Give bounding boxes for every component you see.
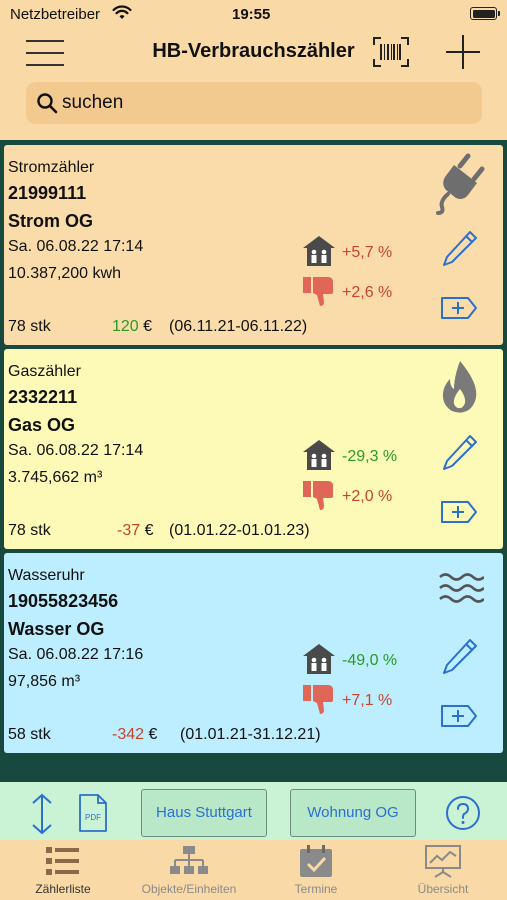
edit-icon[interactable] <box>440 229 478 274</box>
currency: € <box>143 318 153 335</box>
flame-icon <box>440 359 480 420</box>
reading-count: 78 stk <box>8 522 51 539</box>
meter-type: Gaszähler <box>8 363 81 380</box>
house-comparison: -29,3 % <box>342 448 398 465</box>
meter-type: Stromzähler <box>8 159 95 176</box>
thumbs-down-icon <box>302 683 336 720</box>
bottom-toolbar: PDF Haus Stuttgart Wohnung OG <box>0 782 507 840</box>
add-tag-icon[interactable] <box>440 499 478 530</box>
calendar-check-icon <box>300 845 332 877</box>
billing-period: (01.01.22-01.01.23) <box>169 522 310 539</box>
cost-amount: 120 <box>112 318 139 335</box>
reading-date: Sa. 06.08.22 17:16 <box>8 646 144 663</box>
search-bar <box>26 82 482 124</box>
house-comparison: +5,7 % <box>342 244 393 261</box>
unit-filter-button[interactable]: Wohnung OG <box>290 789 416 837</box>
tab-zaehlerliste[interactable]: Zählerliste <box>0 844 126 896</box>
cost-value: 120 € <box>112 318 152 336</box>
tab-label: Objekte/Einheiten <box>141 882 237 896</box>
wifi-icon <box>112 5 132 25</box>
thumbs-down-icon <box>302 479 336 516</box>
house-comparison: -49,0 % <box>342 652 398 669</box>
meter-number: 19055823456 <box>8 591 119 611</box>
cost-amount: -37 <box>117 522 141 539</box>
reading-count: 58 stk <box>8 726 51 743</box>
meter-card-wasser[interactable]: Wasseruhr 19055823456 Wasser OG Sa. 06.0… <box>4 553 503 753</box>
meter-name: Wasser OG <box>8 619 105 639</box>
tab-bar: Zählerliste Objekte/Einheiten Termine Üb… <box>0 840 507 900</box>
carrier-label: Netzbetreiber <box>10 6 101 23</box>
pdf-label: PDF <box>85 813 101 822</box>
sort-arrows-icon[interactable] <box>28 792 56 841</box>
cost-value: -37 € <box>117 522 153 540</box>
reading-count: 78 stk <box>8 318 51 335</box>
help-icon[interactable] <box>445 795 481 836</box>
hierarchy-icon <box>170 846 208 874</box>
tab-objekte-einheiten[interactable]: Objekte/Einheiten <box>126 844 252 896</box>
meter-name: Gas OG <box>8 415 76 435</box>
edit-icon[interactable] <box>440 637 478 682</box>
tab-label: Übersicht <box>417 882 469 896</box>
nav-bar: HB-Verbrauchszähler <box>0 30 507 76</box>
billing-period: (01.01.21-31.12.21) <box>180 726 321 743</box>
meter-card-strom[interactable]: Stromzähler 21999111 Strom OG Sa. 06.08.… <box>4 145 503 345</box>
edit-icon[interactable] <box>440 433 478 478</box>
cost-amount: -342 <box>112 726 145 743</box>
tab-termine[interactable]: Termine <box>253 844 379 896</box>
pdf-export-icon[interactable]: PDF <box>77 793 109 838</box>
add-tag-icon[interactable] <box>440 295 478 326</box>
house-icon <box>302 643 336 680</box>
thumb-comparison: +2,0 % <box>342 488 393 505</box>
add-meter-button[interactable] <box>445 34 481 75</box>
meter-name: Strom OG <box>8 211 94 231</box>
meter-reading: 3.745,662 m³ <box>8 469 103 486</box>
page-title: HB-Verbrauchszähler <box>152 40 355 62</box>
add-tag-icon[interactable] <box>440 703 478 734</box>
water-waves-icon <box>438 571 485 610</box>
meter-number: 2332211 <box>8 387 78 407</box>
object-filter-button[interactable]: Haus Stuttgart <box>141 789 267 837</box>
clock: 19:55 <box>232 6 271 23</box>
thumbs-down-icon <box>302 275 336 312</box>
list-icon <box>46 847 79 875</box>
meter-reading: 10.387,200 kwh <box>8 265 121 282</box>
house-icon <box>302 235 336 272</box>
tab-label: Zählerliste <box>35 882 91 896</box>
cost-value: -342 € <box>112 726 157 744</box>
meter-number: 21999111 <box>8 183 87 203</box>
house-icon <box>302 439 336 476</box>
meter-card-gas[interactable]: Gaszähler 2332211 Gas OG Sa. 06.08.22 17… <box>4 349 503 549</box>
plug-icon <box>432 153 488 220</box>
tab-label: Termine <box>294 882 338 896</box>
meter-list: Stromzähler 21999111 Strom OG Sa. 06.08.… <box>0 140 507 782</box>
battery-icon <box>470 7 500 20</box>
meter-type: Wasseruhr <box>8 567 85 584</box>
billing-period: (06.11.21-06.11.22) <box>169 318 308 335</box>
search-icon <box>36 92 58 119</box>
tab-uebersicht[interactable]: Übersicht <box>380 844 506 896</box>
barcode-scan-icon[interactable] <box>372 36 410 73</box>
meter-reading: 97,856 m³ <box>8 673 81 690</box>
currency: € <box>144 522 154 539</box>
thumb-comparison: +2,6 % <box>342 284 393 301</box>
thumb-comparison: +7,1 % <box>342 692 393 709</box>
currency: € <box>148 726 158 743</box>
reading-date: Sa. 06.08.22 17:14 <box>8 238 144 255</box>
search-input[interactable] <box>62 90 462 116</box>
reading-date: Sa. 06.08.22 17:14 <box>8 442 144 459</box>
status-bar: Netzbetreiber 19:55 <box>0 0 507 30</box>
presentation-chart-icon <box>425 845 461 878</box>
